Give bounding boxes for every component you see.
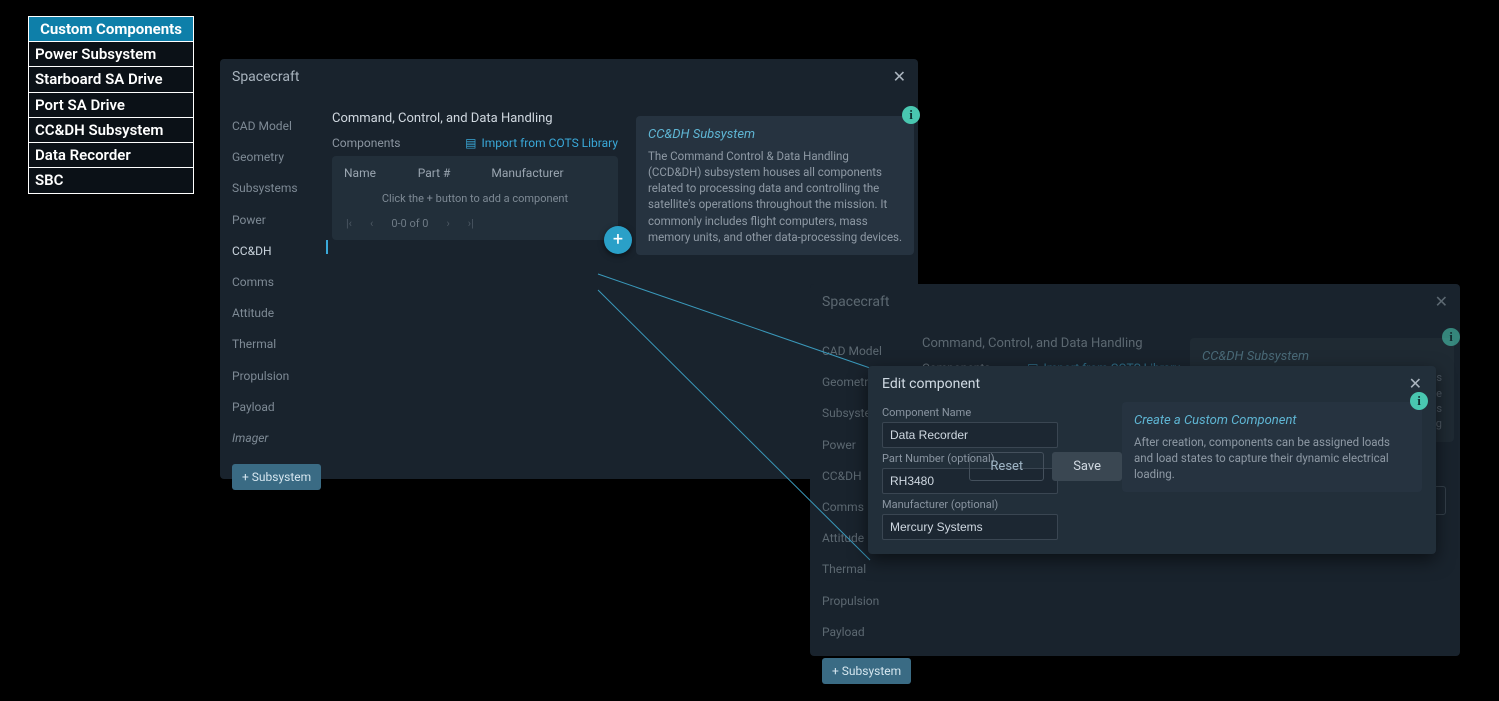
section-title: Command, Control, and Data Handling [922, 336, 1180, 351]
nav-cad-model[interactable]: CAD Model [232, 111, 322, 142]
panel1-main: Command, Control, and Data Handling Comp… [332, 107, 618, 240]
nav-comms[interactable]: Comms [232, 267, 322, 298]
component-name-input[interactable] [882, 422, 1058, 448]
table-empty-msg: Click the + button to add a component [332, 186, 618, 215]
add-component-fab[interactable]: + [604, 226, 632, 254]
manufacturer-input[interactable] [882, 514, 1058, 540]
save-button[interactable]: Save [1052, 452, 1122, 481]
import-cots-link[interactable]: ▤ Import from COTS Library [465, 136, 618, 150]
nav-propulsion[interactable]: Propulsion [232, 361, 322, 392]
pager-last-icon[interactable]: ›| [468, 217, 474, 230]
panel1-sidebar: CAD Model Geometry Subsystems Power CC&D… [232, 111, 322, 490]
nav-thermal[interactable]: Thermal [232, 329, 322, 360]
panel-title: Spacecraft [822, 294, 889, 310]
list-item[interactable]: Power Subsystem [29, 42, 193, 67]
nav-propulsion[interactable]: Propulsion [822, 586, 912, 617]
nav-thermal[interactable]: Thermal [822, 554, 912, 585]
info-icon[interactable]: i [902, 106, 920, 124]
pager-range: 0-0 of 0 [391, 217, 428, 230]
close-icon[interactable]: ✕ [1409, 376, 1422, 392]
reset-button[interactable]: Reset [969, 452, 1044, 481]
pager-next-icon[interactable]: › [446, 217, 449, 230]
add-subsystem-button[interactable]: + Subsystem [822, 658, 911, 684]
manufacturer-label: Manufacturer (optional) [882, 498, 1060, 511]
nav-ccdh[interactable]: CC&DH [232, 236, 322, 267]
custom-components-list: Custom Components Power Subsystem Starbo… [28, 16, 194, 194]
nav-payload[interactable]: Payload [232, 392, 322, 423]
close-icon[interactable]: ✕ [893, 69, 906, 85]
list-item[interactable]: SBC [29, 168, 193, 192]
library-icon: ▤ [465, 136, 476, 150]
nav-power[interactable]: Power [232, 205, 322, 236]
import-label: Import from COTS Library [482, 136, 619, 150]
nav-geometry[interactable]: Geometry [232, 142, 322, 173]
nav-attitude[interactable]: Attitude [232, 298, 322, 329]
nav-payload[interactable]: Payload [822, 617, 912, 648]
create-component-callout: i Create a Custom Component After creati… [1122, 402, 1422, 492]
edit-component-modal: Edit component ✕ Component Name Part Num… [868, 366, 1436, 554]
component-name-label: Component Name [882, 406, 1060, 419]
callout-title: Create a Custom Component [1134, 412, 1410, 430]
callout-title: CC&DH Subsystem [648, 126, 902, 144]
nav-cad-model[interactable]: CAD Model [822, 336, 912, 367]
callout-title: CC&DH Subsystem [1202, 348, 1442, 366]
info-icon[interactable]: i [1410, 392, 1428, 410]
panel-title: Spacecraft [232, 69, 299, 85]
nav-subsystems[interactable]: Subsystems [232, 173, 322, 204]
list-item[interactable]: Port SA Drive [29, 93, 193, 118]
ccdh-callout: i CC&DH Subsystem The Command Control & … [636, 116, 914, 255]
list-item[interactable]: Data Recorder [29, 143, 193, 168]
components-table: Name Part # Manufacturer Click the + but… [332, 156, 618, 240]
add-subsystem-button[interactable]: + Subsystem [232, 464, 321, 490]
table-pager: |‹ ‹ 0-0 of 0 › ›| [332, 215, 618, 232]
pager-first-icon[interactable]: |‹ [346, 217, 352, 230]
col-manufacturer: Manufacturer [491, 166, 606, 180]
col-part: Part # [418, 166, 492, 180]
nav-imager[interactable]: Imager [232, 423, 322, 454]
modal-title: Edit component [882, 376, 980, 392]
list-item[interactable]: Starboard SA Drive [29, 67, 193, 92]
callout-body: The Command Control & Data Handling (CCD… [648, 148, 902, 245]
info-icon[interactable]: i [1442, 328, 1460, 346]
list-item[interactable]: CC&DH Subsystem [29, 118, 193, 143]
col-name: Name [344, 166, 418, 180]
custom-components-header: Custom Components [29, 17, 193, 42]
close-icon[interactable]: ✕ [1435, 294, 1448, 310]
components-label: Components [332, 136, 401, 150]
pager-prev-icon[interactable]: ‹ [370, 217, 373, 230]
section-title: Command, Control, and Data Handling [332, 111, 618, 126]
callout-body: After creation, components can be assign… [1134, 434, 1410, 482]
